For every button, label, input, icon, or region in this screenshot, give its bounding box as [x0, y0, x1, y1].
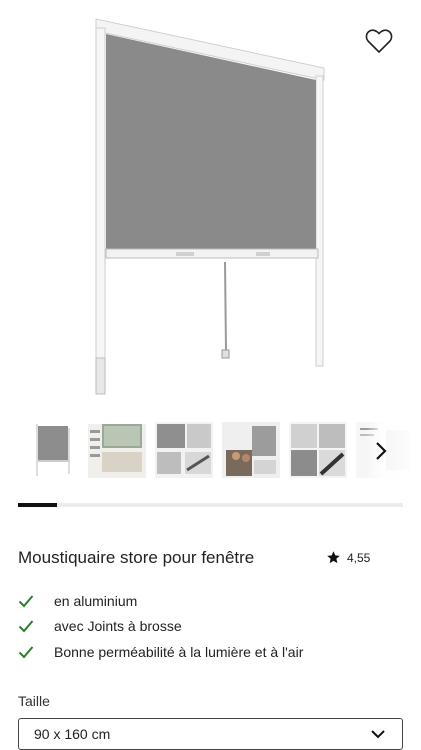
thumbnail-family-scene[interactable] [222, 420, 280, 482]
gallery-progress-bar [18, 503, 403, 507]
feature-item: en aluminium [18, 588, 303, 614]
feature-list: en aluminium avec Joints à brosse Bonne … [18, 588, 303, 665]
check-icon [18, 595, 34, 608]
window-screen-illustration [95, 18, 325, 395]
feature-text: en aluminium [54, 592, 138, 609]
rating-value: 4,55 [347, 550, 371, 565]
thumbnail-detail-view[interactable] [155, 420, 213, 482]
thumbnail-frame-detail[interactable] [289, 420, 347, 482]
feature-item: avec Joints à brosse [18, 614, 303, 640]
thumbnail-carousel [18, 420, 421, 484]
size-select[interactable]: 90 x 160 cm [18, 718, 403, 750]
product-rating[interactable]: 4,55 [326, 550, 370, 565]
feature-item: Bonne perméabilité à la lumière et à l'a… [18, 639, 303, 665]
product-title: Moustiquaire store pour fenêtre [18, 548, 255, 567]
size-selected-value: 90 x 160 cm [34, 726, 111, 742]
chevron-down-icon [371, 730, 385, 739]
star-icon [327, 551, 340, 564]
product-image[interactable] [0, 0, 421, 412]
size-label: Taille [18, 693, 50, 709]
gallery-progress-fill [18, 503, 57, 507]
feature-text: Bonne perméabilité à la lumière et à l'a… [54, 643, 304, 660]
chevron-right-icon [376, 442, 387, 460]
thumbnail-interior-scene[interactable] [88, 420, 146, 482]
thumbnail-window-screen[interactable] [26, 420, 84, 482]
feature-text: avec Joints à brosse [54, 618, 182, 635]
carousel-next-button[interactable] [366, 420, 421, 482]
check-icon [18, 646, 34, 659]
check-icon [18, 620, 34, 633]
heart-icon[interactable] [365, 28, 393, 54]
